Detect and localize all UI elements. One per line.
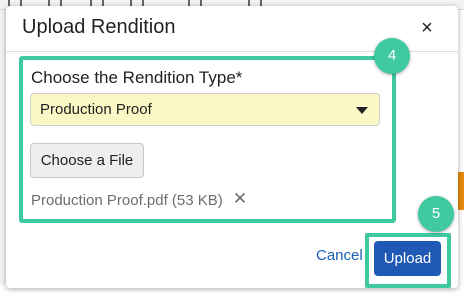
callout-badge-4: 4 <box>374 38 410 74</box>
rendition-type-select[interactable]: Production Proof <box>30 93 380 126</box>
close-icon[interactable]: × <box>416 17 438 39</box>
cancel-button[interactable]: Cancel <box>316 247 363 264</box>
screen: Upload Rendition × Choose the Rendition … <box>0 0 464 293</box>
callout-badge-5: 5 <box>418 196 454 232</box>
rendition-type-value: Production Proof <box>40 101 152 118</box>
background-panel <box>458 10 464 293</box>
rendition-type-label: Choose the Rendition Type* <box>31 68 243 87</box>
choose-file-button[interactable]: Choose a File <box>30 143 144 178</box>
dialog-title: Upload Rendition <box>22 16 176 38</box>
selected-file-name: Production Proof.pdf (53 KB) <box>31 192 223 209</box>
upload-button[interactable]: Upload <box>374 241 441 276</box>
caret-down-icon <box>356 107 368 114</box>
remove-file-icon[interactable]: ✕ <box>232 189 248 209</box>
